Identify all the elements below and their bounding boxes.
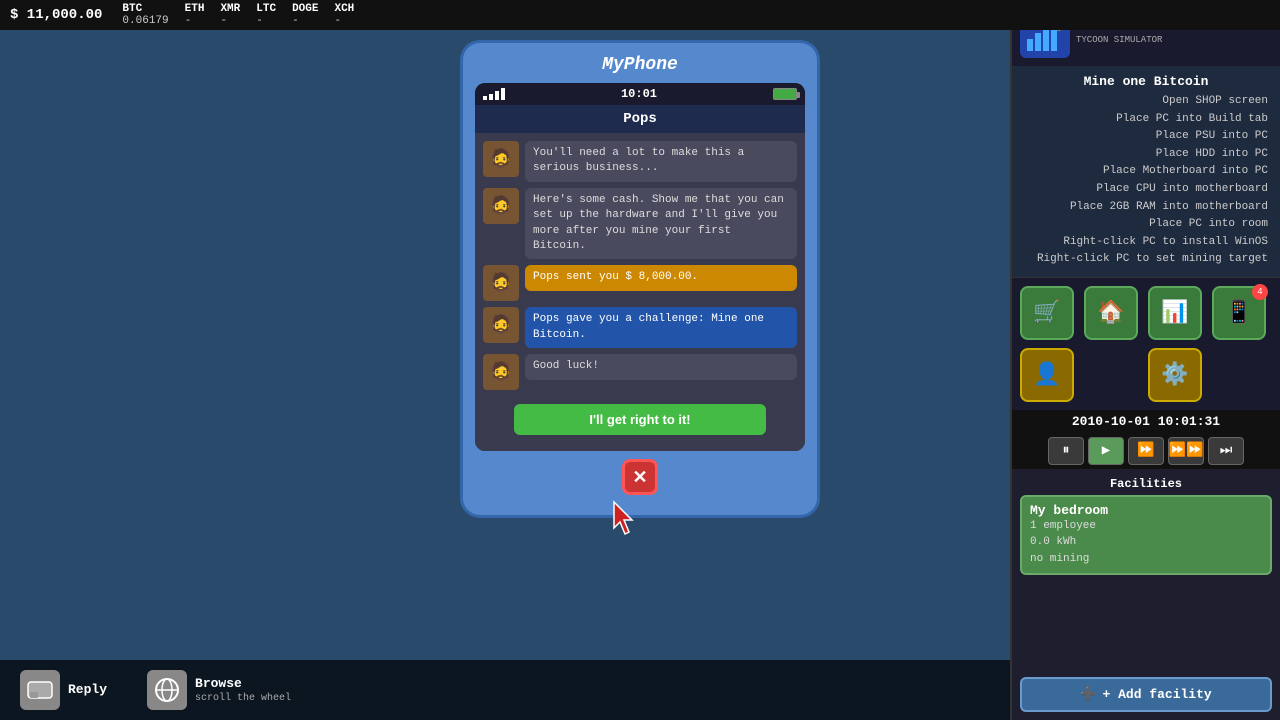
add-facility-label: + Add facility (1102, 687, 1211, 702)
toolbar-icons-row2: 👤 ⚙️ (1012, 348, 1280, 410)
mission-step-5: Place Motherboard into PC (1024, 163, 1268, 181)
faster-forward-button[interactable]: ⏩⏩ (1168, 437, 1204, 465)
message-bubble-5: Good luck! (525, 354, 797, 379)
facilities-button[interactable]: 🏠 (1084, 286, 1138, 340)
browse-action-text: Browse scroll the wheel (195, 676, 291, 704)
fast-forward-button[interactable]: ⏩ (1128, 437, 1164, 465)
toolbar-icons: 🛒 🏠 📊 📱 4 (1012, 278, 1280, 348)
facility-employees: 1 employee (1030, 518, 1262, 535)
mission-step-6: Place CPU into motherboard (1024, 181, 1268, 199)
reply-action[interactable]: Reply (20, 670, 107, 710)
phone-modal: MyPhone 10:01 Pops 🧔 You'll need a (460, 40, 820, 518)
browse-action-icon (147, 670, 187, 710)
mission-step-10: Right-click PC to set mining target (1024, 251, 1268, 269)
mission-step-9: Right-click PC to install WinOS (1024, 234, 1268, 252)
reply-action-icon (20, 670, 60, 710)
money-display: $ 11,000.00 (10, 7, 102, 23)
eth-ticker: ETH- (185, 3, 205, 27)
mission-step-2: Place PC into Build tab (1024, 111, 1268, 129)
signal-bar-1 (483, 96, 487, 100)
phone-button[interactable]: 📱 4 (1212, 286, 1266, 340)
add-facility-button[interactable]: ➕ + Add facility (1020, 677, 1272, 712)
xmr-ticker: XMR- (220, 3, 240, 27)
signal-bars (483, 88, 505, 100)
avatar-pops-2: 🧔 (483, 188, 519, 224)
browse-action[interactable]: Browse scroll the wheel (147, 670, 291, 710)
avatar-pops-4: 🧔 (483, 307, 519, 343)
stats-button[interactable]: 📊 (1148, 286, 1202, 340)
doge-ticker: DOGE- (292, 3, 318, 27)
fastest-forward-button[interactable]: ⏭ (1208, 437, 1244, 465)
mission-step-7: Place 2GB RAM into motherboard (1024, 199, 1268, 217)
top-bar: $ 11,000.00 BTC0.06179 ETH- XMR- LTC- DO… (0, 0, 1280, 30)
shop-button[interactable]: 🛒 (1020, 286, 1074, 340)
message-row-4: 🧔 Pops gave you a challenge: Mine one Bi… (483, 307, 797, 348)
message-row-5: 🧔 Good luck! (483, 354, 797, 390)
phone-title: MyPhone (475, 55, 805, 75)
mission-panel: Mine one Bitcoin Open SHOP screen Place … (1012, 66, 1280, 278)
right-panel: B CRYPTO MINER TYCOON SIMULATOR Mine one… (1010, 0, 1280, 720)
message-row-2: 🧔 Here's some cash. Show me that you can… (483, 188, 797, 260)
mission-step-3: Place PSU into PC (1024, 128, 1268, 146)
play-button[interactable]: ▶ (1088, 437, 1124, 465)
add-facility-plus-icon: ➕ (1080, 687, 1096, 702)
message-bubble-1: You'll need a lot to make this a serious… (525, 141, 797, 182)
bottom-bar: Reply Browse scroll the wheel (0, 660, 1010, 720)
avatar-pops-3: 🧔 (483, 265, 519, 301)
mission-step-1: Open SHOP screen (1024, 93, 1268, 111)
crypto-ticker: BTC0.06179 ETH- XMR- LTC- DOGE- XCH- (122, 3, 354, 27)
signal-bar-3 (495, 91, 499, 100)
facility-mining: no mining (1030, 551, 1262, 568)
signal-bar-4 (501, 88, 505, 100)
facility-power: 0.0 kWh (1030, 534, 1262, 551)
phone-time: 10:01 (621, 87, 657, 101)
message-bubble-2: Here's some cash. Show me that you can s… (525, 188, 797, 260)
reply-button[interactable]: I'll get right to it! (514, 404, 765, 435)
time-display: 2010-10-01 10:01:31 (1012, 410, 1280, 433)
battery-icon (773, 88, 797, 100)
reply-action-text: Reply (68, 682, 107, 699)
pause-button[interactable]: ⏸ (1048, 437, 1084, 465)
facility-card-bedroom: My bedroom 1 employee 0.0 kWh no mining (1020, 495, 1272, 576)
mission-title: Mine one Bitcoin (1024, 74, 1268, 89)
facility-name: My bedroom (1030, 503, 1262, 518)
ltc-ticker: LTC- (256, 3, 276, 27)
message-row-1: 🧔 You'll need a lot to make this a serio… (483, 141, 797, 182)
mission-step-8: Place PC into room (1024, 216, 1268, 234)
avatar-pops-5: 🧔 (483, 354, 519, 390)
avatar-pops-1: 🧔 (483, 141, 519, 177)
phone-status-bar: 10:01 (475, 83, 805, 105)
settings-button[interactable]: ⚙️ (1148, 348, 1202, 402)
facilities-panel: Facilities My bedroom 1 employee 0.0 kWh… (1012, 469, 1280, 580)
contact-header: Pops (475, 105, 805, 133)
message-bubble-3: Pops sent you $ 8,000.00. (525, 265, 797, 290)
btc-ticker: BTC0.06179 (122, 3, 168, 27)
profile-button[interactable]: 👤 (1020, 348, 1074, 402)
mission-step-4: Place HDD into PC (1024, 146, 1268, 164)
phone-screen: 10:01 Pops 🧔 You'll need a lot to make t… (475, 83, 805, 451)
messages-list: 🧔 You'll need a lot to make this a serio… (475, 133, 805, 451)
close-phone-button[interactable]: ✕ (622, 459, 658, 495)
message-bubble-4: Pops gave you a challenge: Mine one Bitc… (525, 307, 797, 348)
facilities-label: Facilities (1020, 473, 1272, 495)
speed-controls: ⏸ ▶ ⏩ ⏩⏩ ⏭ (1012, 433, 1280, 469)
signal-bar-2 (489, 94, 493, 100)
xch-ticker: XCH- (334, 3, 354, 27)
message-row-3: 🧔 Pops sent you $ 8,000.00. (483, 265, 797, 301)
phone-badge: 4 (1252, 284, 1268, 300)
